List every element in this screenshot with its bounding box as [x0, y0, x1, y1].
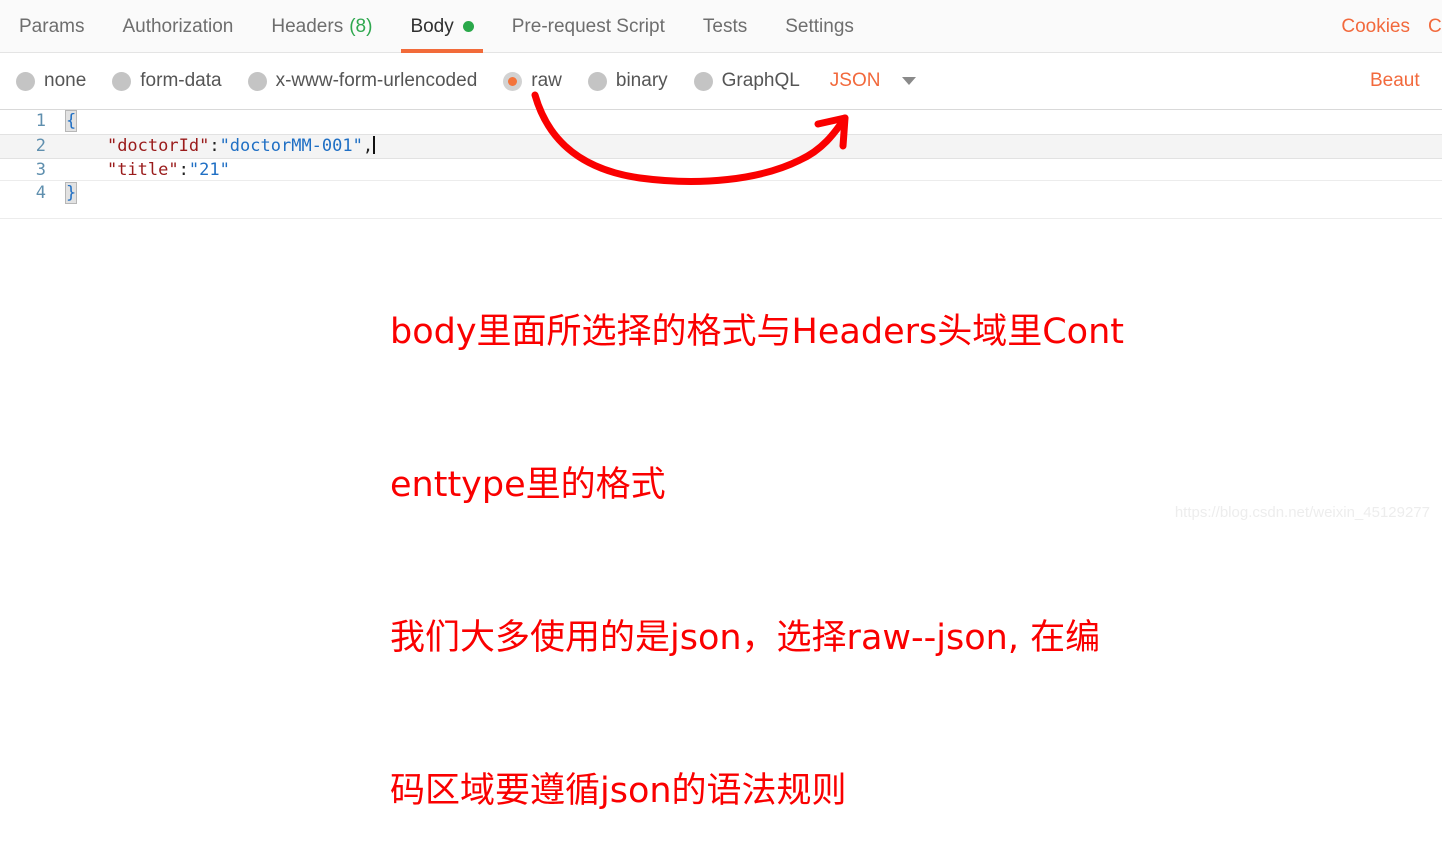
tab-label: Authorization	[122, 15, 234, 37]
radio-option-graphql[interactable]: GraphQL	[693, 70, 800, 92]
beautify-label: Beaut	[1370, 70, 1420, 91]
tab-params[interactable]: Params	[0, 0, 103, 53]
json-key: "doctorId"	[106, 136, 210, 156]
tab-settings[interactable]: Settings	[766, 0, 873, 53]
radio-option-binary[interactable]: binary	[587, 70, 668, 92]
cookies-link[interactable]: Cookies	[1341, 16, 1410, 38]
raw-format-dropdown[interactable]: JSON	[830, 70, 917, 92]
tab-bar-actions: Cookies C	[1341, 0, 1442, 53]
body-type-row: none form-data x-www-form-urlencoded raw…	[0, 53, 1442, 109]
json-open-brace: {	[64, 110, 78, 132]
code-line-content: }	[64, 182, 78, 205]
radio-label: GraphQL	[721, 70, 800, 91]
code-line[interactable]: 1 {	[0, 110, 1442, 133]
body-type-radio-group: none form-data x-www-form-urlencoded raw…	[16, 53, 917, 109]
tab-label: Settings	[785, 15, 854, 37]
line-number: 3	[35, 160, 46, 180]
tab-label: Headers	[271, 15, 344, 37]
tab-label: Tests	[702, 15, 748, 37]
watermark: https://blog.csdn.net/weixin_45129277	[1174, 504, 1430, 521]
line-number: 2	[35, 136, 46, 156]
radio-dot-icon	[16, 71, 35, 91]
radio-option-none[interactable]: none	[16, 70, 86, 92]
code-line-active[interactable]: 2 "doctorId":"doctorMM-001",	[0, 134, 1442, 159]
tab-list: Params Authorization Headers (8) Body Pr…	[0, 0, 873, 53]
text-cursor	[373, 136, 376, 154]
json-colon: :	[209, 136, 220, 156]
tab-label: Params	[19, 15, 85, 37]
json-close-brace: }	[64, 182, 78, 204]
radio-option-raw[interactable]: raw	[503, 70, 562, 92]
radio-dot-selected-icon	[503, 71, 523, 91]
radio-dot-icon	[112, 71, 132, 91]
radio-dot-icon	[693, 71, 713, 91]
json-value: "doctorMM-001"	[219, 136, 363, 156]
radio-label: x-www-form-urlencoded	[275, 70, 478, 91]
code-line[interactable]: 3 "title":"21"	[0, 159, 1442, 182]
annotation-line: 码区域要遵循json的语法规则	[390, 771, 847, 811]
code-line[interactable]: 4 }	[0, 182, 1442, 205]
code-link[interactable]: C	[1428, 16, 1442, 38]
radio-option-form-data[interactable]: form-data	[112, 70, 222, 92]
code-line-content: "doctorId":"doctorMM-001",	[66, 135, 376, 158]
beautify-button[interactable]: Beaut	[1370, 53, 1442, 109]
line-number: 4	[35, 183, 46, 203]
radio-option-x-www-form-urlencoded[interactable]: x-www-form-urlencoded	[247, 70, 478, 92]
annotation-text-block: body里面所选择的格式与Headers头域里Cont enttype里的格式 …	[390, 205, 1390, 868]
tab-label: Pre-request Script	[511, 15, 665, 37]
tab-headers[interactable]: Headers (8)	[252, 0, 391, 53]
radio-label: raw	[531, 70, 562, 91]
radio-dot-icon	[587, 71, 607, 91]
line-number: 1	[35, 111, 46, 131]
raw-format-value: JSON	[829, 70, 881, 91]
tab-label: Body	[410, 15, 454, 37]
json-colon: :	[178, 160, 189, 180]
headers-count-badge: (8)	[349, 15, 373, 37]
radio-dot-icon	[247, 71, 267, 91]
tab-body[interactable]: Body	[391, 0, 492, 53]
annotation-line: 我们大多使用的是json，选择raw--json, 在编	[390, 618, 1101, 658]
radio-label: binary	[615, 70, 668, 91]
tab-authorization[interactable]: Authorization	[103, 0, 252, 53]
json-comma: ,	[362, 136, 374, 156]
json-key: "title"	[106, 160, 179, 180]
request-tab-bar: Params Authorization Headers (8) Body Pr…	[0, 0, 1442, 53]
radio-label: form-data	[140, 70, 222, 91]
code-line-content: "title":"21"	[66, 159, 230, 182]
editor-row-divider	[0, 180, 1442, 181]
annotation-line: body里面所选择的格式与Headers头域里Cont	[390, 312, 1124, 352]
tab-tests[interactable]: Tests	[684, 0, 766, 53]
green-status-dot-icon	[462, 21, 474, 32]
code-line-content: {	[64, 110, 78, 133]
chevron-down-icon	[902, 77, 917, 85]
json-value: "21"	[188, 160, 230, 180]
radio-label: none	[44, 70, 87, 91]
tab-pre-request-script[interactable]: Pre-request Script	[493, 0, 684, 53]
